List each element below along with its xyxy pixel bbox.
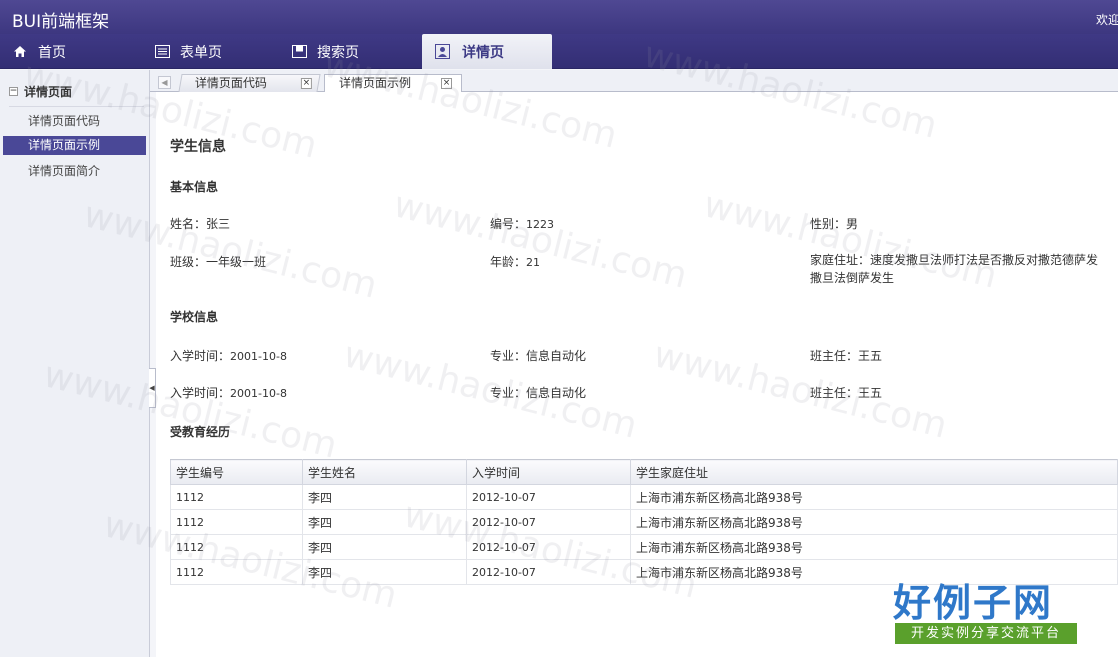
- field-enroll-label: 入学时间：: [170, 386, 231, 400]
- cell-enroll-date: 2012-10-07: [466, 534, 631, 560]
- tab-detail-code[interactable]: 详情页面代码 ×: [178, 74, 321, 92]
- main-nav: 首页 表单页 搜索页 详情页: [0, 34, 1118, 69]
- sidebar-group-label: 详情页面: [24, 85, 73, 99]
- field-major-value: 信息自动化: [526, 349, 587, 363]
- user-card-icon: [434, 44, 450, 60]
- field-enroll-value: 2001-10-8: [230, 387, 287, 400]
- section-education-heading: 受教育经历: [170, 425, 231, 439]
- field-enroll-value: 2001-10-8: [230, 350, 287, 363]
- field-teacher-value: 王五: [858, 349, 883, 363]
- field-major-label: 专业：: [490, 386, 527, 400]
- field-age-label: 年龄：: [490, 255, 527, 269]
- sidebar-item-detail-code[interactable]: 详情页面代码: [3, 112, 146, 131]
- cell-enroll-date: 2012-10-07: [466, 559, 631, 585]
- field-id: 编号：1223: [490, 215, 554, 232]
- logo-main-text: 好例子网: [893, 580, 1054, 625]
- app-brand[interactable]: BUI前端框架: [12, 7, 109, 32]
- cell-student-name: 李四: [302, 484, 467, 510]
- section-school-heading: 学校信息: [170, 310, 219, 324]
- sidebar-collapse-handle[interactable]: ◀: [149, 368, 156, 408]
- field-id-label: 编号：: [490, 217, 527, 231]
- field-teacher-label: 班主任：: [810, 386, 859, 400]
- field-teacher: 班主任：王五: [810, 384, 882, 401]
- field-age: 年龄：21: [490, 253, 540, 270]
- field-major-label: 专业：: [490, 349, 527, 363]
- field-gender-value: 男: [846, 217, 859, 231]
- field-major: 专业：信息自动化: [490, 347, 586, 364]
- field-id-value: 1223: [526, 218, 555, 231]
- field-teacher-label: 班主任：: [810, 349, 859, 363]
- cell-student-name: 李四: [302, 559, 467, 585]
- field-major-value: 信息自动化: [526, 386, 587, 400]
- form-icon: [154, 44, 170, 60]
- caret-left-icon: ◀: [149, 384, 155, 392]
- field-enroll-date: 入学时间：2001-10-8: [170, 384, 287, 401]
- nav-detail[interactable]: 详情页: [422, 34, 552, 69]
- logo-sub-text: 开发实例分享交流平台: [895, 623, 1077, 644]
- table-row[interactable]: 1112 李四 2012-10-07 上海市浦东新区杨高北路938号: [170, 509, 1118, 535]
- close-icon[interactable]: ×: [300, 78, 312, 89]
- field-age-value: 21: [526, 256, 541, 269]
- section-basic-heading: 基本信息: [170, 180, 219, 194]
- cell-address: 上海市浦东新区杨高北路938号: [630, 484, 1118, 510]
- table-header-row: 学生编号 学生姓名 入学时间 学生家庭住址: [170, 459, 1118, 485]
- nav-home-label: 首页: [38, 44, 66, 61]
- sidebar: − 详情页面 详情页面代码 详情页面示例 详情页面简介: [0, 70, 150, 657]
- site-logo: 好例子网 开发实例分享交流平台: [893, 572, 1077, 648]
- table-row[interactable]: 1112 李四 2012-10-07 上海市浦东新区杨高北路938号: [170, 534, 1118, 560]
- content-tabstrip: ◀ 详情页面代码 × 详情页面示例 ×: [150, 70, 1118, 93]
- tab-detail-code-label: 详情页面代码: [194, 76, 267, 90]
- field-address: 家庭住址：速度发撒旦法师打法是否撒反对撒范德萨发撒旦法倒萨发生: [810, 251, 1110, 287]
- field-class-value: 一年级一班: [206, 255, 267, 269]
- education-table: 学生编号 学生姓名 入学时间 学生家庭住址 1112 李四 2012-10-07…: [170, 459, 1118, 585]
- sidebar-group-title[interactable]: − 详情页面: [9, 83, 144, 107]
- cell-enroll-date: 2012-10-07: [466, 484, 631, 510]
- nav-detail-label: 详情页: [462, 44, 504, 61]
- nav-home[interactable]: 首页: [12, 34, 66, 69]
- field-teacher: 班主任：王五: [810, 347, 882, 364]
- tab-detail-example[interactable]: 详情页面示例 ×: [324, 74, 462, 93]
- cell-student-id: 1112: [170, 484, 303, 510]
- field-enroll-label: 入学时间：: [170, 349, 231, 363]
- column-header-enroll-date[interactable]: 入学时间: [466, 459, 631, 485]
- top-header: BUI前端框架 欢迎您: [0, 0, 1118, 34]
- cell-address: 上海市浦东新区杨高北路938号: [630, 509, 1118, 535]
- table-row[interactable]: 1112 李四 2012-10-07 上海市浦东新区杨高北路938号: [170, 484, 1118, 510]
- collapse-minus-icon[interactable]: −: [9, 87, 18, 96]
- nav-search-label: 搜索页: [317, 44, 359, 61]
- page-title: 学生信息: [170, 139, 226, 155]
- field-class: 班级：一年级一班: [170, 253, 266, 270]
- search-page-icon: [291, 44, 307, 60]
- column-header-student-id[interactable]: 学生编号: [170, 459, 303, 485]
- home-icon: [12, 44, 28, 60]
- column-header-address[interactable]: 学生家庭住址: [630, 459, 1118, 485]
- welcome-text: 欢迎您: [1095, 13, 1118, 27]
- field-class-label: 班级：: [170, 255, 207, 269]
- sidebar-item-detail-intro[interactable]: 详情页面简介: [3, 162, 146, 181]
- column-header-student-name[interactable]: 学生姓名: [302, 459, 467, 485]
- field-name: 姓名：张三: [170, 215, 230, 232]
- field-address-label: 家庭住址：: [810, 253, 871, 267]
- nav-form-label: 表单页: [180, 44, 222, 61]
- field-name-value: 张三: [206, 217, 231, 231]
- cell-student-name: 李四: [302, 509, 467, 535]
- tab-detail-example-label: 详情页面示例: [339, 76, 412, 90]
- sidebar-item-detail-example[interactable]: 详情页面示例: [3, 136, 146, 155]
- nav-search[interactable]: 搜索页: [291, 34, 359, 69]
- field-major: 专业：信息自动化: [490, 384, 586, 401]
- field-enroll-date: 入学时间：2001-10-8: [170, 347, 287, 364]
- close-icon[interactable]: ×: [441, 78, 452, 89]
- cell-student-id: 1112: [170, 559, 303, 585]
- cell-student-id: 1112: [170, 509, 303, 535]
- field-teacher-value: 王五: [858, 386, 883, 400]
- tab-scroll-left-icon[interactable]: ◀: [158, 76, 171, 89]
- cell-student-name: 李四: [302, 534, 467, 560]
- cell-enroll-date: 2012-10-07: [466, 509, 631, 535]
- field-gender-label: 性别：: [810, 217, 847, 231]
- cell-student-id: 1112: [170, 534, 303, 560]
- field-name-label: 姓名：: [170, 217, 207, 231]
- field-gender: 性别：男: [810, 215, 858, 232]
- cell-address: 上海市浦东新区杨高北路938号: [630, 534, 1118, 560]
- nav-form[interactable]: 表单页: [154, 34, 222, 69]
